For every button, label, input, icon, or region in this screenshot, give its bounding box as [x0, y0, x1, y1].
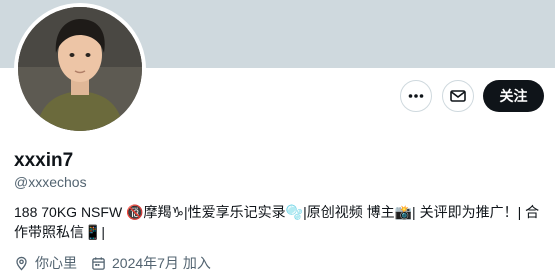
bio-line: 作带照私信📱|	[14, 224, 106, 240]
user-handle: @xxxechos	[14, 174, 87, 190]
join-date-text: 2024年7月 加入	[112, 255, 211, 271]
envelope-icon	[450, 90, 466, 102]
profile-bio: 188 70KG NSFW 🔞摩羯♑|性爱享乐记实录🫧|原创视频 博主📸| 关评…	[14, 202, 544, 242]
calendar-icon	[92, 256, 105, 270]
location-text: 你心里	[35, 255, 77, 271]
join-date-item: 2024年7月 加入	[91, 253, 211, 273]
more-horizontal-icon	[408, 94, 424, 98]
message-button[interactable]	[442, 80, 474, 112]
more-options-button[interactable]	[400, 80, 432, 112]
avatar-photo	[18, 7, 142, 131]
display-name: xxxin7	[14, 150, 74, 171]
location-pin-icon	[16, 256, 27, 271]
follow-button[interactable]: 关注	[483, 80, 544, 112]
bio-line: 188 70KG NSFW 🔞摩羯♑|性爱享乐记实录🫧|原创视频 博主📸| 关评…	[14, 204, 540, 220]
profile-meta: 你心里 2024年7月 加入	[14, 253, 225, 273]
location-item: 你心里	[14, 253, 77, 273]
avatar[interactable]	[18, 7, 142, 131]
avatar-frame	[14, 3, 146, 135]
